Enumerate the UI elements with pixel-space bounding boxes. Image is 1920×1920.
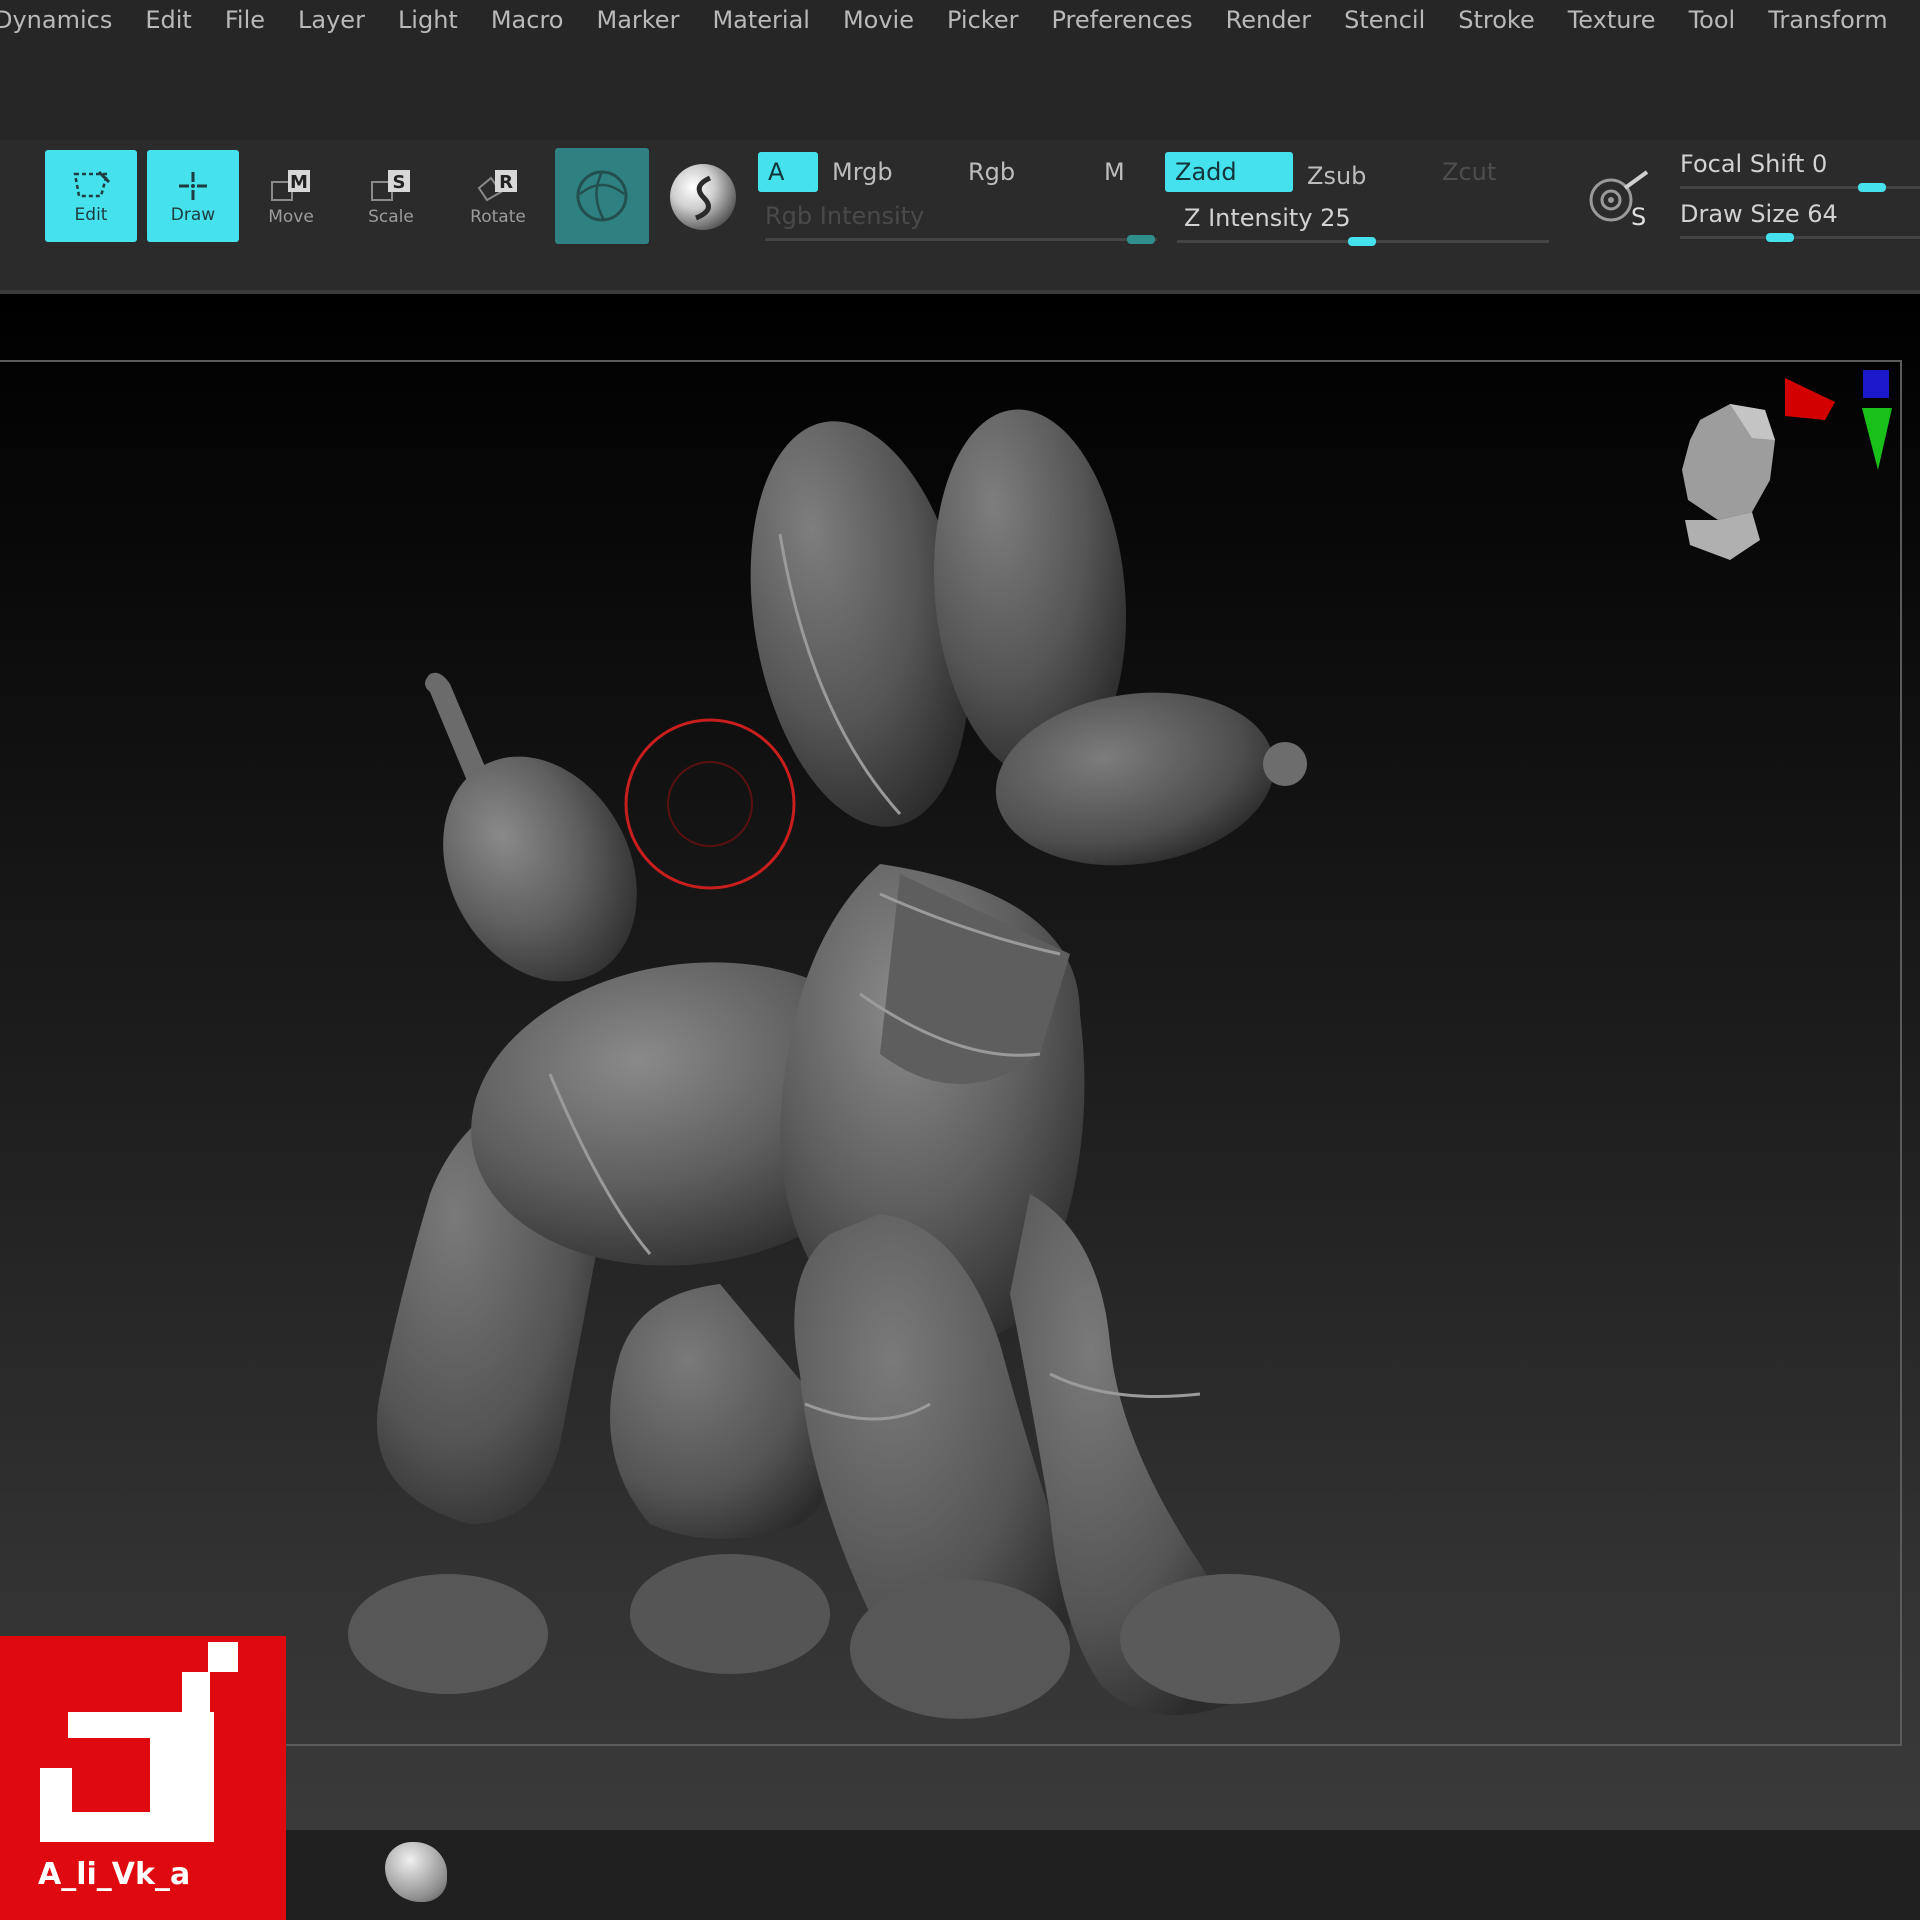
menu-marker[interactable]: Marker (596, 6, 679, 34)
watermark-text: A_li_Vk_a (38, 1857, 191, 1892)
material-sphere-icon (576, 170, 628, 222)
dog-foot-back-left (348, 1574, 548, 1694)
axis-z-marker (1863, 370, 1889, 398)
balloon-dog-model[interactable] (0, 294, 1920, 1830)
dog-foot-front-right (1120, 1574, 1340, 1704)
rotate-button[interactable]: R Rotate (452, 150, 544, 242)
bottom-shelf (0, 1830, 1920, 1920)
navigator-head-icon (1682, 404, 1775, 560)
scale-key: S (393, 172, 406, 193)
zsub-toggle[interactable]: Zsub (1307, 156, 1366, 196)
brush-cursor-inner (667, 761, 753, 847)
brush-thumbnail-icon[interactable] (385, 1842, 447, 1902)
menu-material[interactable]: Material (712, 6, 810, 34)
menu-file[interactable]: File (225, 6, 265, 34)
menu-render[interactable]: Render (1226, 6, 1311, 34)
toolbar-spacer (0, 40, 1920, 140)
menu-bar: Dynamics Edit File Layer Light Macro Marker Mat… (0, 0, 1920, 40)
move-key: M (290, 172, 308, 193)
rotate-key: R (499, 172, 513, 193)
menu-texture[interactable]: Texture (1568, 6, 1656, 34)
focal-shift-slider-knob[interactable] (1858, 183, 1886, 192)
menu-light[interactable]: Light (398, 6, 458, 34)
scale-icon: S (371, 170, 410, 201)
toolbar: Edit Draw M Move S Scale R Rotate A Mrgb… (0, 140, 1920, 294)
z-intensity-slider-knob[interactable] (1348, 237, 1376, 246)
z-intensity-label: Z Intensity 25 (1184, 204, 1351, 232)
menu-stroke[interactable]: Stroke (1458, 6, 1534, 34)
a-toggle[interactable]: A (758, 152, 818, 192)
move-label: Move (268, 207, 314, 227)
menu-tool[interactable]: Tool (1689, 6, 1736, 34)
logo-glyph-icon (40, 1642, 238, 1842)
scale-button[interactable]: S Scale (345, 150, 437, 242)
menu-layer[interactable]: Layer (298, 6, 365, 34)
draw-size-track[interactable] (1680, 236, 1920, 239)
lightbox-s-label: S (1631, 203, 1646, 231)
zadd-toggle[interactable]: Zadd (1165, 152, 1293, 192)
mrgb-toggle[interactable]: Mrgb (832, 152, 893, 192)
material-button[interactable] (555, 148, 649, 244)
draw-icon (179, 172, 207, 200)
menu-movie[interactable]: Movie (843, 6, 914, 34)
edit-button[interactable]: Edit (45, 150, 137, 242)
zcut-toggle[interactable]: Zcut (1442, 152, 1496, 192)
dog-nose (1263, 742, 1307, 786)
draw-size-label: Draw Size 64 (1680, 200, 1838, 228)
focal-shift-label: Focal Shift 0 (1680, 150, 1828, 178)
rotate-icon: R (477, 170, 517, 202)
view-navigator[interactable] (1660, 370, 1900, 560)
axis-y-arrow (1862, 408, 1892, 470)
menu-macro[interactable]: Macro (491, 6, 564, 34)
draw-label: Draw (170, 205, 216, 225)
material-preview-icon[interactable] (670, 164, 736, 230)
dog-foot-front-left (850, 1579, 1070, 1719)
edit-label: Edit (74, 205, 108, 225)
viewport[interactable] (0, 294, 1920, 1830)
rgb-intensity-slider-knob[interactable] (1127, 235, 1155, 244)
menu-dynamics[interactable]: Dynamics (0, 6, 112, 34)
menu-edit[interactable]: Edit (145, 6, 191, 34)
rgb-intensity-track[interactable] (765, 238, 1157, 241)
brush-cursor-outer (624, 718, 796, 890)
menu-picker[interactable]: Picker (947, 6, 1018, 34)
scale-label: Scale (368, 207, 414, 227)
menu-stencil[interactable]: Stencil (1344, 6, 1425, 34)
rotate-label: Rotate (470, 207, 526, 227)
m-toggle[interactable]: M (1104, 152, 1125, 192)
watermark-logo: A_li_Vk_a (0, 1636, 286, 1920)
move-button[interactable]: M Move (245, 150, 337, 242)
dog-foot-back-right (630, 1554, 830, 1674)
move-icon: M (271, 170, 310, 201)
menu-preferences[interactable]: Preferences (1051, 6, 1192, 34)
menu-transform[interactable]: Transform (1768, 6, 1887, 34)
draw-button[interactable]: Draw (147, 150, 239, 242)
rgb-intensity-label: Rgb Intensity (765, 202, 925, 230)
draw-size-slider-knob[interactable] (1766, 233, 1794, 242)
axis-x-arrow (1785, 378, 1835, 420)
edit-icon (73, 170, 111, 198)
rgb-toggle[interactable]: Rgb (968, 152, 1015, 192)
lightbox-brushes-icon[interactable]: S (1585, 170, 1655, 236)
